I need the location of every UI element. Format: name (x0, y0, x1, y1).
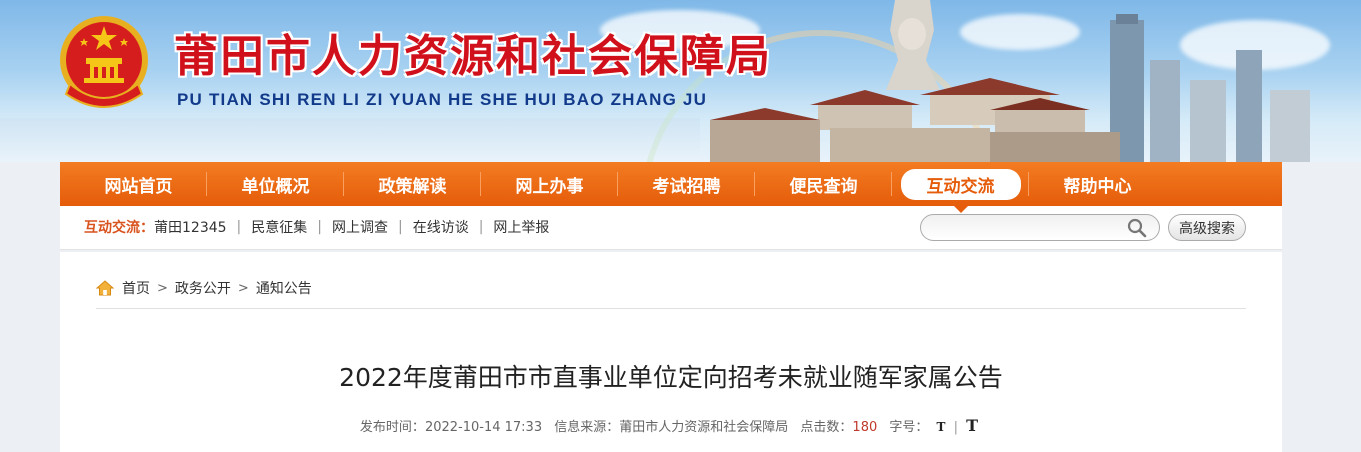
content-panel: 首页 > 政务公开 > 通知公告 2022年度莆田市市直事业单位定向招考未就业随… (60, 252, 1282, 452)
sub-nav-link-online-report[interactable]: 网上举报 (493, 217, 549, 237)
breadcrumb: 首页 > 政务公开 > 通知公告 (96, 278, 312, 298)
divider: | (317, 219, 322, 235)
source-label: 信息来源： (554, 420, 620, 435)
nav-item-policy[interactable]: 政策解读 (344, 162, 481, 206)
sub-nav-link-12345[interactable]: 莆田12345 (154, 217, 227, 237)
sub-nav-link-online-survey[interactable]: 网上调查 (332, 217, 388, 237)
sub-nav-links: 互动交流： 莆田12345 | 民意征集 | 网上调查 | 在线访谈 | 网上举… (84, 217, 549, 237)
sub-nav-label: 互动交流： (84, 220, 154, 236)
nav-item-online-services[interactable]: 网上办事 (481, 162, 618, 206)
nav-item-label: 帮助中心 (1063, 176, 1132, 197)
nav-item-label: 网上办事 (515, 176, 584, 197)
publish-time-label: 发布时间： (359, 420, 425, 435)
click-count: 180 (852, 420, 878, 435)
search-icon[interactable] (1126, 218, 1148, 238)
divider: | (478, 219, 484, 235)
nav-item-label: 互动交流 (900, 168, 1021, 200)
city-scenery-illustration (710, 0, 1310, 162)
divider: | (953, 420, 959, 435)
nav-item-home[interactable]: 网站首页 (70, 162, 207, 206)
clicks-label: 点击数： (800, 420, 853, 435)
sea-decoration (0, 118, 700, 162)
source: 莆田市人力资源和社会保障局 (619, 420, 789, 435)
chevron-right-icon: > (157, 280, 168, 296)
search-box (920, 214, 1160, 241)
article-title: 2022年度莆田市市直事业单位定向招考未就业随军家属公告 (339, 363, 1003, 392)
nav-item-label: 考试招聘 (652, 176, 721, 197)
divider: | (236, 219, 242, 235)
font-size-small-button[interactable]: T (937, 420, 946, 434)
nav-item-convenience-query[interactable]: 便民查询 (755, 162, 892, 206)
breadcrumb-notices[interactable]: 通知公告 (256, 278, 312, 298)
nav-item-help-center[interactable]: 帮助中心 (1029, 162, 1166, 206)
font-size-large-button[interactable]: T (966, 416, 978, 435)
advanced-search-button[interactable]: 高级搜索 (1168, 214, 1246, 241)
nav-item-label: 便民查询 (789, 176, 858, 197)
nav-item-label: 网站首页 (104, 176, 173, 197)
national-emblem-icon (60, 16, 148, 108)
site-title-pinyin: PU TIAN SHI REN LI ZI YUAN HE SHE HUI BA… (177, 90, 708, 109)
sub-nav-link-opinion-collection[interactable]: 民意征集 (251, 217, 307, 237)
divider (96, 308, 1246, 309)
site-title: 莆田市人力资源和社会保障局 (174, 31, 772, 82)
font-size-label: 字号： (889, 420, 929, 435)
site-banner: 莆田市人力资源和社会保障局 PU TIAN SHI REN LI ZI YUAN… (0, 0, 1361, 162)
breadcrumb-government-affairs[interactable]: 政务公开 (175, 278, 231, 298)
chevron-right-icon: > (237, 280, 249, 296)
nav-item-label: 政策解读 (378, 176, 447, 197)
nav-item-overview[interactable]: 单位概况 (207, 162, 344, 206)
nav-item-exams-recruitment[interactable]: 考试招聘 (618, 162, 755, 206)
nav-item-label: 单位概况 (241, 176, 310, 197)
article-meta: 发布时间：2022-10-14 17:33 信息来源：莆田市人力资源和社会保障局… (60, 416, 1282, 435)
sub-nav: 互动交流： 莆田12345 | 民意征集 | 网上调查 | 在线访谈 | 网上举… (60, 206, 1282, 250)
breadcrumb-home[interactable]: 首页 (122, 278, 150, 298)
divider: | (397, 219, 403, 235)
nav-item-interaction[interactable]: 互动交流 (892, 162, 1029, 213)
home-icon (96, 280, 114, 296)
search-input[interactable] (933, 219, 1123, 237)
main-nav: 网站首页 单位概况 政策解读 网上办事 考试招聘 便民查询 互动交流 帮助中心 (60, 162, 1282, 213)
sub-nav-link-online-interview[interactable]: 在线访谈 (413, 217, 469, 237)
publish-time: 2022-10-14 17:33 (424, 420, 543, 435)
